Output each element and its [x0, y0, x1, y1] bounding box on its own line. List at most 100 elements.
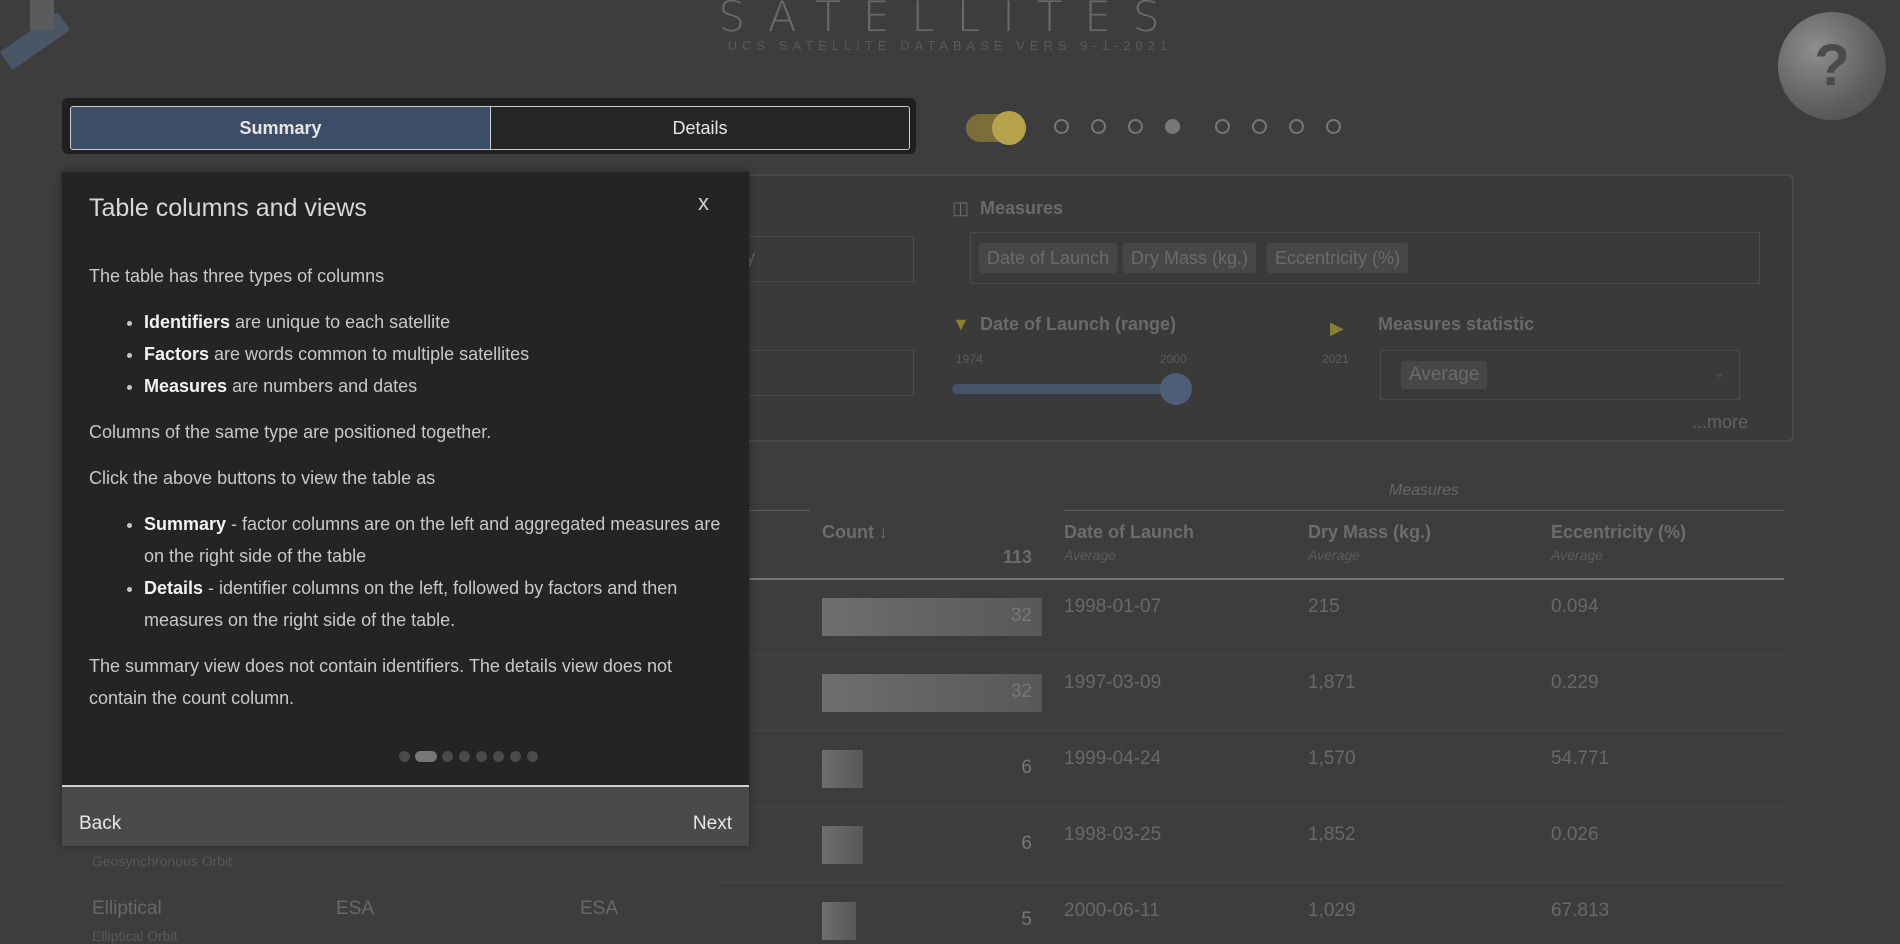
row-factor-sub: Geosynchronous Orbit: [92, 853, 233, 869]
views-list: Summary - factor columns are on the left…: [89, 508, 729, 636]
pager-dot[interactable]: [527, 751, 538, 762]
range-min-label: 1974: [956, 352, 983, 366]
date-of-launch-cell: 1998-01-07: [1064, 596, 1162, 617]
row-factor-orbit: Elliptical: [92, 898, 162, 919]
tour-step-dot-active[interactable]: [1165, 119, 1180, 134]
list-item: Details - identifier columns on the left…: [144, 572, 729, 636]
tour-step-dot[interactable]: [1091, 119, 1106, 134]
date-of-launch-cell: 1997-03-09: [1064, 672, 1162, 693]
row-divider: [720, 882, 1784, 883]
measure-chip[interactable]: Eccentricity (%): [1267, 243, 1409, 273]
columns-icon: ◫: [952, 198, 970, 218]
pager-dot[interactable]: [459, 751, 470, 762]
term: Factors: [144, 344, 210, 364]
app-title: SATELLITES: [718, 0, 1182, 41]
pager-dot[interactable]: [510, 751, 521, 762]
eccentricity-cell: 0.026: [1551, 824, 1599, 845]
row-factor-operator: ESA: [336, 898, 375, 919]
count-value: 6: [1021, 757, 1032, 778]
list-item: Identifiers are unique to each satellite: [144, 306, 729, 338]
measures-statistic-label: Measures statistic: [1378, 314, 1535, 334]
eccentricity-statistic: Average: [1551, 547, 1603, 563]
row-factor-country: ESA: [580, 898, 619, 919]
identifier-filter-input[interactable]: [720, 350, 914, 396]
count-bar: [822, 902, 856, 940]
pager-dot[interactable]: [399, 751, 410, 762]
dry-mass-statistic: Average: [1308, 547, 1360, 563]
definition: are numbers and dates: [227, 376, 418, 396]
tour-toggle[interactable]: [966, 111, 1026, 145]
close-button[interactable]: x: [698, 190, 709, 216]
definition: - identifier columns on the left, follow…: [144, 578, 678, 630]
help-icon[interactable]: ?: [1778, 12, 1886, 120]
eccentricity-cell: 54.771: [1551, 748, 1610, 769]
modal-title: Table columns and views: [89, 194, 367, 222]
row-divider: [720, 654, 1784, 655]
tour-step-dot[interactable]: [1289, 119, 1304, 134]
date-range-label: Date of Launch (range): [980, 314, 1177, 334]
date-of-launch-header[interactable]: Date of Launch: [1064, 522, 1194, 543]
pager-dot[interactable]: [476, 751, 487, 762]
measures-group-rule: [1064, 510, 1784, 511]
row-divider: [720, 806, 1784, 807]
count-value: 32: [1010, 681, 1032, 702]
eccentricity-cell: 0.229: [1551, 672, 1599, 693]
pager-dot[interactable]: [493, 751, 504, 762]
count-value: 5: [1021, 909, 1032, 930]
term: Summary: [144, 514, 227, 534]
list-item: Factors are words common to multiple sat…: [144, 338, 729, 370]
dry-mass-header[interactable]: Dry Mass (kg.): [1308, 522, 1431, 543]
tour-step-dot[interactable]: [1326, 119, 1341, 134]
eccentricity-header[interactable]: Eccentricity (%): [1551, 522, 1686, 543]
next-button[interactable]: Next: [693, 813, 732, 835]
dry-mass-cell: 1,029: [1308, 900, 1356, 921]
app-subtitle: UCS SATELLITE DATABASE VERS 9-1-2021: [727, 38, 1173, 53]
modal-body: The table has three types of columns Ide…: [89, 260, 729, 728]
definition: are words common to multiple satellites: [209, 344, 530, 364]
details-view-button[interactable]: Details: [490, 106, 910, 150]
tour-step-dot[interactable]: [1054, 119, 1069, 134]
view-switch: Summary Details: [62, 98, 916, 154]
date-of-launch-cell: 2000-06-11: [1064, 900, 1160, 921]
tutorial-modal: Table columns and views x The table has …: [62, 172, 749, 846]
count-value: 32: [1010, 605, 1032, 626]
count-column-header[interactable]: Count ↓: [822, 522, 888, 543]
column-types-list: Identifiers are unique to each satellite…: [89, 306, 729, 402]
list-item: Measures are numbers and dates: [144, 370, 729, 402]
dry-mass-cell: 215: [1308, 596, 1340, 617]
tour-step-dot[interactable]: [1252, 119, 1267, 134]
measures-group-header: Measures: [1388, 482, 1460, 499]
pager-dot-active[interactable]: [415, 751, 437, 762]
controls-panel: [720, 174, 1794, 442]
dry-mass-cell: 1,852: [1308, 824, 1356, 845]
modal-click-intro: Click the above buttons to view the tabl…: [89, 468, 436, 488]
measure-chip[interactable]: Dry Mass (kg.): [1123, 243, 1256, 273]
definition: are unique to each satellite: [230, 312, 451, 332]
dry-mass-cell: 1,871: [1308, 672, 1356, 693]
slider-handle[interactable]: [1160, 373, 1192, 405]
tour-step-dot[interactable]: [1215, 119, 1230, 134]
play-icon[interactable]: ▶: [1330, 318, 1344, 339]
statistic-value: Average: [1401, 361, 1488, 389]
modal-footer: Back Next: [62, 785, 749, 846]
summary-view-button[interactable]: Summary: [70, 106, 491, 150]
modal-intro: The table has three types of columns: [89, 266, 385, 286]
tour-step-dot[interactable]: [1128, 119, 1143, 134]
filter-funnel-icon: ▼: [952, 314, 970, 334]
measure-chip[interactable]: Date of Launch: [979, 243, 1118, 273]
pager-dot[interactable]: [442, 751, 453, 762]
statistic-select[interactable]: Average ⌄: [1380, 350, 1740, 400]
count-total: 113: [1002, 547, 1032, 567]
term: Measures: [144, 376, 228, 396]
more-link[interactable]: ...more: [1692, 412, 1748, 433]
date-of-launch-statistic: Average: [1064, 547, 1116, 563]
back-button[interactable]: Back: [79, 813, 121, 835]
range-max-label: 2021: [1322, 352, 1349, 366]
date-of-launch-cell: 1998-03-25: [1064, 824, 1162, 845]
measures-chip-box[interactable]: Date of Launch Dry Mass (kg.) Eccentrici…: [970, 232, 1760, 284]
eccentricity-cell: 0.094: [1551, 596, 1599, 617]
term: Identifiers: [144, 312, 231, 332]
date-range-slider[interactable]: [952, 384, 1178, 394]
count-bar: [822, 826, 863, 864]
dry-mass-cell: 1,570: [1308, 748, 1356, 769]
